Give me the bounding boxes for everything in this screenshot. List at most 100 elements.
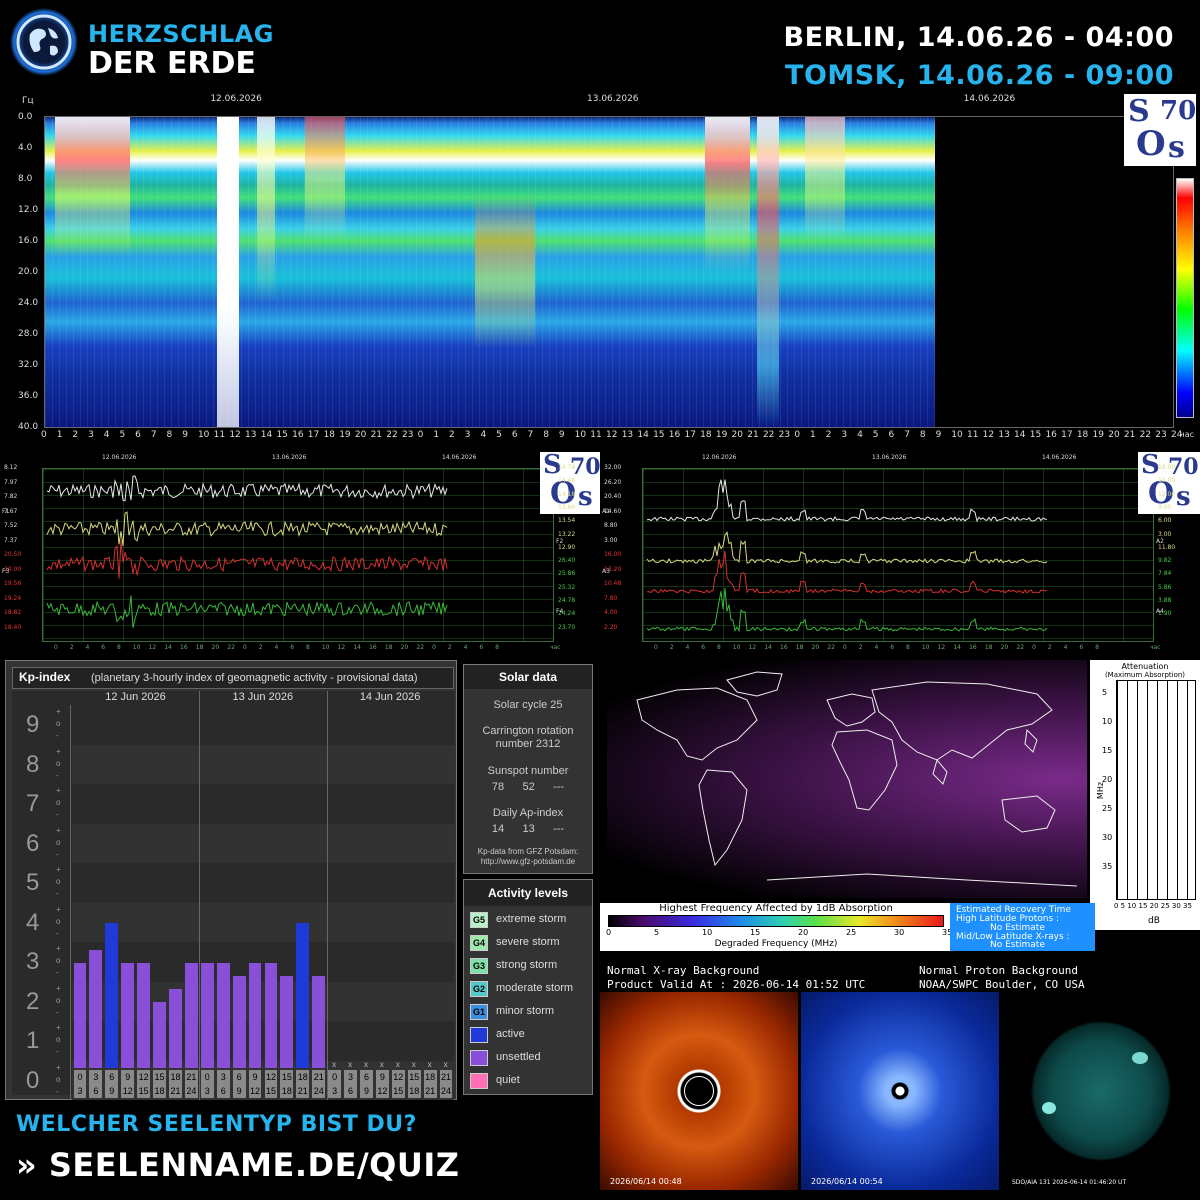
solar-data-title: Solar data — [464, 665, 592, 689]
left-axis-label: 7.97 — [4, 478, 18, 486]
series-code: F3 — [2, 568, 10, 575]
solar-data-panel: Solar data Solar cycle 25 Carrington rot… — [463, 664, 593, 874]
x-tick: 5 — [872, 430, 879, 440]
x-tick: 8 — [495, 644, 499, 651]
kp-sub-mark: - — [56, 928, 59, 938]
activity-label: quiet — [496, 1074, 520, 1086]
x-tick: 11 — [966, 430, 979, 440]
kp-sub-mark: - — [56, 1086, 59, 1096]
series-line — [46, 475, 448, 502]
berlin-time: BERLIN, 14.06.26 - 04:00 — [783, 22, 1174, 53]
y-tick: 20.0 — [18, 267, 39, 277]
recovery-time-box: Estimated Recovery Time High Latitude Pr… — [950, 903, 1095, 951]
kp-sub-mark: o — [56, 1035, 61, 1044]
kp-sub-mark: - — [56, 968, 59, 977]
right-axis-label: 12.00 — [1158, 490, 1176, 498]
right-axis-label: 25.86 — [558, 570, 576, 578]
x-tick: 4 — [463, 644, 468, 651]
kp-missing: x — [443, 1060, 448, 1070]
kp-sub-mark: + — [56, 746, 61, 756]
kp-missing: x — [379, 1060, 384, 1070]
kp-sub-mark: o — [56, 798, 61, 807]
activity-label: strong storm — [496, 959, 558, 971]
kp-level-label: 4 — [26, 908, 40, 936]
y-tick: 32.0 — [18, 360, 39, 370]
x-tick: 6 — [135, 430, 141, 440]
right-axis-label: 6.00 — [1158, 517, 1172, 525]
kp-sub-mark: - — [56, 1047, 59, 1056]
left-axis-label: 10.48 — [604, 580, 622, 587]
x-tick: 16 — [969, 644, 977, 651]
scale-tick: 15 — [750, 928, 761, 937]
x-tick: 0 — [1032, 644, 1036, 651]
x-tick: 8 — [306, 644, 310, 651]
amplitude-plot — [642, 468, 1154, 642]
x-tick: 21 — [1123, 430, 1136, 440]
attenuation-y-tick: 35 — [1102, 862, 1113, 871]
kp-hour-bottom: 6 — [220, 1086, 226, 1097]
x-tick: 8 — [117, 644, 121, 651]
kp-sub-mark: + — [56, 983, 61, 993]
kp-sub-mark: o — [56, 1074, 61, 1084]
x-tick: 8 — [1095, 644, 1099, 651]
x-tick: 7 — [527, 430, 534, 440]
left-axis-label: 19.24 — [4, 594, 22, 602]
x-tick: 9 — [935, 430, 942, 440]
kp-sub-mark: + — [56, 1062, 61, 1072]
frequency-chart: S 70 O s 8.12 7.97 7.82 7.67 7.52 7.37 20.50 20… — [0, 450, 602, 652]
right-axis-label: 15.00 — [1158, 477, 1176, 485]
kp-hour-bottom: 21 — [425, 1086, 436, 1097]
x-tick: 20 — [811, 644, 820, 651]
kp-hour-bottom: 21 — [297, 1086, 308, 1097]
x-unit: час — [1150, 644, 1161, 651]
x-tick: 8 — [906, 644, 910, 651]
kp-sub-mark: - — [56, 889, 59, 898]
carrington-line1: Carrington rotation — [482, 725, 574, 737]
series-line — [646, 479, 1048, 523]
world-map-outline — [636, 671, 1078, 887]
right-axis-label: 25.32 — [558, 583, 576, 591]
date-label: 13.06.2026 — [272, 454, 307, 461]
right-axis-label: 13.22 — [558, 530, 576, 538]
x-tick: 2 — [449, 430, 455, 440]
kp-bar — [312, 976, 326, 1069]
amplitude-chart: S 70 O s 32.00 26.20 20.40 14.60 8.80 3.00 16.… — [600, 450, 1200, 652]
activity-levels-title: Activity levels — [464, 880, 592, 906]
x-tick: 12 — [148, 644, 157, 651]
x-tick: 10 — [951, 430, 963, 440]
x-tick: 22 — [1016, 644, 1024, 651]
x-tick: 2 — [258, 644, 263, 651]
activity-swatch — [470, 1027, 488, 1043]
kp-sub-mark: o — [56, 758, 61, 768]
x-tick: 6 — [890, 644, 895, 651]
scale-gradient — [608, 915, 944, 927]
x-tick: 2 — [69, 644, 74, 651]
x-tick: 20 — [211, 644, 220, 651]
x-tick: 23 — [1155, 430, 1167, 440]
drap-status-text: Normal X-ray Background Product Valid At… — [607, 964, 1197, 992]
right-axis-label: 18.00 — [1158, 464, 1176, 471]
kp-band — [72, 823, 454, 863]
kp-level-label: 5 — [26, 869, 40, 896]
x-tick: 22 — [227, 644, 235, 651]
gfz-url[interactable]: http://www.gfz-potsdam.de — [464, 857, 592, 866]
x-tick: 9 — [558, 430, 565, 440]
x-tick: 0 — [243, 644, 247, 651]
activity-label: moderate storm — [496, 982, 574, 994]
scale-label: Degraded Frequency (MHz) — [714, 939, 838, 949]
xray-status: Normal X-ray Background — [607, 964, 760, 977]
kp-hour-bottom: 15 — [393, 1086, 404, 1097]
kp-bar — [280, 976, 294, 1069]
quiz-question: WELCHER SEELENTYP BIST DU? — [16, 1112, 417, 1137]
x-tick: 10 — [321, 644, 330, 651]
lasco-c3-timestamp: 2026/06/14 00:54 — [811, 1177, 883, 1186]
quiz-link[interactable]: » SEELENNAME.DE/QUIZ — [16, 1146, 459, 1184]
spectrogram-colorbar — [1176, 178, 1194, 418]
attenuation-x-label: dB — [1148, 916, 1160, 926]
x-tick: 18 — [795, 644, 804, 651]
x-tick: 8 — [717, 644, 721, 651]
attenuation-y-tick: 20 — [1102, 775, 1113, 784]
x-tick: 21 — [370, 430, 383, 440]
x-tick: 18 — [984, 644, 993, 651]
kp-sub-mark: o — [56, 837, 61, 847]
